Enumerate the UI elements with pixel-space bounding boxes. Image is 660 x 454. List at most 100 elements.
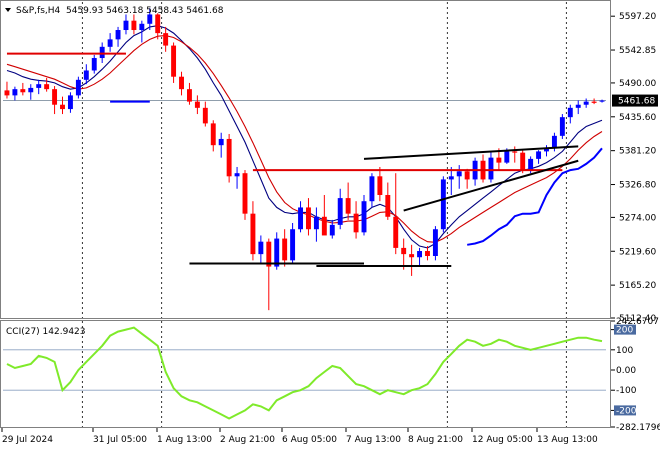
candle-body bbox=[361, 201, 367, 233]
candle-body bbox=[131, 20, 137, 31]
candle-body bbox=[234, 173, 240, 177]
cci-tick-label: -100 bbox=[616, 386, 637, 396]
current-price-label: 5461.68 bbox=[618, 97, 655, 107]
candle-body bbox=[488, 157, 494, 180]
candle-body bbox=[274, 238, 280, 267]
chart-svg: 5597.20 5542.85 5490.00 5435.60 5381.20 5326.… bbox=[0, 0, 660, 445]
candle-body bbox=[353, 213, 359, 233]
candle-body bbox=[456, 171, 462, 177]
main-plot-border bbox=[0, 0, 611, 319]
candle-body bbox=[194, 101, 200, 108]
candle-body bbox=[409, 254, 415, 258]
candle-body bbox=[512, 151, 518, 153]
dropdown-arrow-icon[interactable] bbox=[5, 8, 11, 12]
candle-body bbox=[115, 30, 121, 40]
candle-body bbox=[591, 101, 597, 103]
candle-body bbox=[306, 207, 311, 230]
candle-body bbox=[496, 157, 502, 163]
candle-body bbox=[440, 179, 446, 230]
cci-line bbox=[6, 326, 603, 420]
candle-body bbox=[425, 251, 430, 256]
candle-body bbox=[528, 158, 534, 171]
candle-body bbox=[377, 176, 383, 195]
candle-body bbox=[536, 151, 542, 159]
candle-body bbox=[393, 216, 399, 248]
candle-body bbox=[290, 229, 296, 261]
candle-body bbox=[179, 76, 184, 90]
time-tick-label: 1 Aug 13:00 bbox=[157, 435, 212, 445]
candle-body bbox=[599, 100, 605, 102]
candle-body bbox=[4, 90, 10, 96]
price-tick-label: 5219.60 bbox=[619, 247, 656, 257]
time-tick-label: 6 Aug 05:00 bbox=[282, 435, 337, 445]
symbol-label: S&P,fs,H4 bbox=[16, 6, 61, 16]
cci-tick-label: -200 bbox=[616, 406, 637, 416]
candle-body bbox=[139, 23, 145, 31]
candle-body bbox=[52, 89, 58, 105]
candle-body bbox=[163, 33, 169, 46]
time-tick-label: 12 Aug 05:00 bbox=[472, 435, 533, 445]
candle-body bbox=[504, 151, 510, 163]
time-tick-label: 2 Aug 21:00 bbox=[220, 435, 275, 445]
cci-tick-label: 100 bbox=[616, 346, 633, 356]
candle-body bbox=[83, 70, 89, 80]
candle-body bbox=[36, 84, 42, 88]
cci-tick-label: 0.00 bbox=[616, 366, 636, 376]
price-tick-label: 5165.20 bbox=[619, 281, 656, 291]
time-tick-label: 7 Aug 13:00 bbox=[346, 435, 401, 445]
candle-body bbox=[171, 45, 177, 77]
candle-body bbox=[75, 79, 81, 96]
candle-body bbox=[44, 84, 50, 90]
cci-title: CCI(27) 142.9423 bbox=[6, 327, 86, 337]
candle-body bbox=[520, 152, 526, 171]
candle-body bbox=[67, 95, 73, 110]
candle-body bbox=[559, 117, 565, 136]
cci-tick-label: 200 bbox=[616, 326, 633, 336]
candle-body bbox=[417, 251, 423, 258]
candle-body bbox=[448, 176, 454, 180]
candle-body bbox=[91, 58, 97, 71]
candle-body bbox=[242, 173, 248, 214]
candle-body bbox=[464, 171, 470, 180]
candle-body bbox=[575, 104, 581, 108]
candle-body bbox=[551, 135, 557, 149]
candle-body bbox=[432, 229, 438, 256]
price-tick-label: 5274.00 bbox=[619, 213, 656, 223]
cci-plot-border bbox=[0, 320, 611, 428]
price-tick-label: 5542.85 bbox=[619, 46, 656, 56]
time-tick-label: 8 Aug 21:00 bbox=[408, 435, 463, 445]
candle-body bbox=[258, 241, 264, 255]
candle-body bbox=[321, 216, 327, 236]
candle-body bbox=[123, 20, 129, 31]
candle-body bbox=[313, 216, 319, 230]
candle-body bbox=[107, 39, 113, 47]
price-tick-label: 5435.60 bbox=[619, 113, 656, 123]
chart-window: 5597.20 5542.85 5490.00 5435.60 5381.20 5326.… bbox=[0, 0, 660, 450]
candle-body bbox=[226, 138, 232, 177]
candle-body bbox=[12, 89, 18, 96]
candle-body bbox=[337, 198, 343, 225]
candle-body bbox=[345, 198, 351, 214]
time-tick-label: 31 Jul 05:00 bbox=[93, 435, 147, 445]
ohlc-values: 5459.93 5463.18 5458.43 5461.68 bbox=[66, 6, 224, 16]
candle-body bbox=[298, 207, 303, 230]
candle-body bbox=[60, 104, 65, 110]
candle-body bbox=[401, 247, 407, 255]
candle-body bbox=[583, 101, 589, 105]
candle-body bbox=[218, 138, 224, 146]
price-tick-label: 5597.20 bbox=[619, 12, 656, 22]
candle-body bbox=[250, 213, 256, 255]
candle-body bbox=[155, 14, 161, 34]
price-tick-label: 5326.80 bbox=[619, 181, 656, 191]
time-tick-label: 13 Aug 13:00 bbox=[537, 435, 598, 445]
candle-body bbox=[186, 89, 192, 102]
cci-tick-label: -282.1796 bbox=[616, 423, 660, 433]
cci-series bbox=[3, 326, 606, 420]
candle-body bbox=[567, 107, 573, 118]
price-tick-label: 5381.20 bbox=[619, 147, 656, 157]
candle-body bbox=[202, 107, 208, 124]
price-tick-label: 5490.00 bbox=[619, 79, 656, 89]
candle-body bbox=[210, 123, 216, 146]
candle-body bbox=[20, 89, 26, 93]
candle-body bbox=[28, 87, 34, 93]
